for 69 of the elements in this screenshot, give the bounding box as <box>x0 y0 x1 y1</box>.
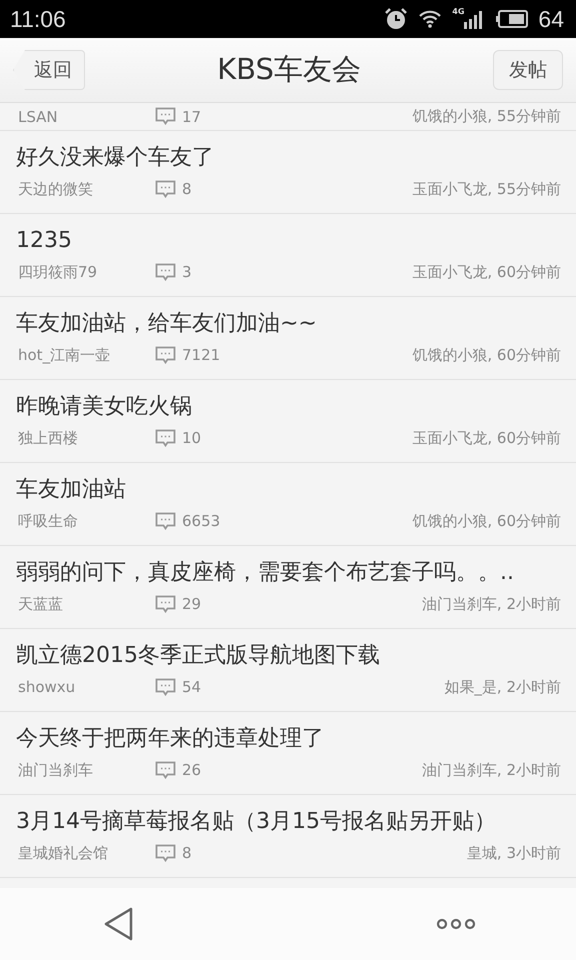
comment-icon <box>155 760 176 780</box>
post-author: 天蓝蓝 <box>17 594 64 614</box>
post-author: 四玥筱雨79 <box>17 262 98 282</box>
battery-percent: 64 <box>538 6 564 32</box>
last-reply: 如果_是, 2小时前 <box>444 678 561 696</box>
post-title: 车友加油站，给车友们加油~~ <box>16 310 318 338</box>
post-title: 今天终于把两年来的违章处理了 <box>16 725 325 753</box>
reply-count: 17 <box>182 108 202 126</box>
wifi-icon <box>418 9 442 29</box>
comment-icon <box>155 346 176 364</box>
reply-count: 10 <box>182 429 202 447</box>
last-reply: 玉面小飞龙, 60分钟前 <box>412 262 561 282</box>
post-title: 昨晚请美女吃火锅 <box>16 393 193 421</box>
reply-count: 7121 <box>182 346 222 364</box>
post-title: 3月14号摘草莓报名贴（3月15号报名贴另开贴） <box>16 808 497 836</box>
last-reply: 饥饿的小狼, 60分钟前 <box>412 512 561 530</box>
network-type: 4G <box>452 7 464 16</box>
post-row[interactable]: 车友加油站，给车友们加油~~ hot_江南一壶 7121 饥饿的小狼, 60分钟前 <box>0 297 576 380</box>
comment-icon <box>155 512 176 530</box>
post-row[interactable]: 凯立德2015冬季正式版导航地图下载 showxu 54 如果_是, 2小时前 <box>0 629 576 712</box>
post-title: 1235 <box>16 227 73 255</box>
comment-icon <box>155 594 176 614</box>
post-row[interactable]: 3月14号摘草莓报名贴（3月15号报名贴另开贴） 皇城婚礼会馆 8 皇城, 3小时前 <box>0 795 576 878</box>
post-title: 凯立德2015冬季正式版导航地图下载 <box>16 642 381 670</box>
last-reply: 油门当刹车, 2小时前 <box>422 594 561 614</box>
post-title: 车友加油站 <box>16 476 127 504</box>
post-author: 呼吸生命 <box>17 512 79 530</box>
post-row[interactable]: 车友加油站 呼吸生命 6653 饥饿的小狼, 60分钟前 <box>0 463 576 546</box>
post-author: 天边的微笑 <box>17 180 94 198</box>
post-author: hot_江南一壶 <box>17 346 112 364</box>
last-reply: 油门当刹车, 2小时前 <box>422 760 561 780</box>
reply-count: 3 <box>182 263 193 281</box>
comment-icon <box>155 844 176 862</box>
last-reply: 皇城, 3小时前 <box>466 844 561 862</box>
back-button[interactable]: 返回 <box>13 50 85 90</box>
new-post-button[interactable]: 发帖 <box>493 50 563 90</box>
post-row[interactable]: 昨晚请美女吃火锅 独上西楼 10 玉面小飞龙, 60分钟前 <box>0 380 576 463</box>
post-row[interactable]: 今天终于把两年来的违章处理了 油门当刹车 26 油门当刹车, 2小时前 <box>0 712 576 795</box>
post-author: 独上西楼 <box>17 428 79 448</box>
last-reply: 玉面小飞龙, 55分钟前 <box>412 180 561 198</box>
comment-icon <box>155 180 176 198</box>
battery-icon <box>496 10 528 28</box>
page-title: KBS车友会 <box>217 51 361 88</box>
comment-icon <box>155 107 176 126</box>
post-author: 油门当刹车 <box>17 760 94 780</box>
back-icon[interactable] <box>104 907 134 941</box>
post-title: 好久没来爆个车友了 <box>16 144 215 172</box>
reply-count: 6653 <box>182 512 222 530</box>
post-row[interactable]: 弱弱的问下，真皮座椅，需要套个布艺套子吗。。.. 天蓝蓝 29 油门当刹车, 2小时前 <box>0 546 576 629</box>
alarm-icon <box>384 7 408 31</box>
reply-count: 29 <box>182 595 202 613</box>
reply-count: 8 <box>182 180 193 198</box>
reply-count: 54 <box>182 678 202 696</box>
post-author: showxu <box>17 678 76 696</box>
comment-icon <box>155 262 176 282</box>
status-time: 11:06 <box>10 6 67 32</box>
post-title: 弱弱的问下，真皮座椅，需要套个布艺套子吗。。.. <box>16 559 515 587</box>
last-reply: 饥饿的小狼, 60分钟前 <box>412 346 561 364</box>
last-reply: 饥饿的小狼, 55分钟前 <box>412 107 561 126</box>
comment-icon <box>155 428 176 448</box>
post-row[interactable]: 好久没来爆个车友了 天边的微笑 8 玉面小飞龙, 55分钟前 <box>0 131 576 214</box>
post-author: LSAN <box>17 108 59 126</box>
reply-count: 26 <box>182 761 202 779</box>
last-reply: 玉面小飞龙, 60分钟前 <box>412 428 561 448</box>
reply-count: 8 <box>182 844 193 862</box>
post-author: 皇城婚礼会馆 <box>17 844 109 862</box>
comment-icon <box>155 678 176 696</box>
more-icon[interactable] <box>436 918 476 930</box>
post-row[interactable]: 1235 四玥筱雨79 3 玉面小飞龙, 60分钟前 <box>0 214 576 297</box>
